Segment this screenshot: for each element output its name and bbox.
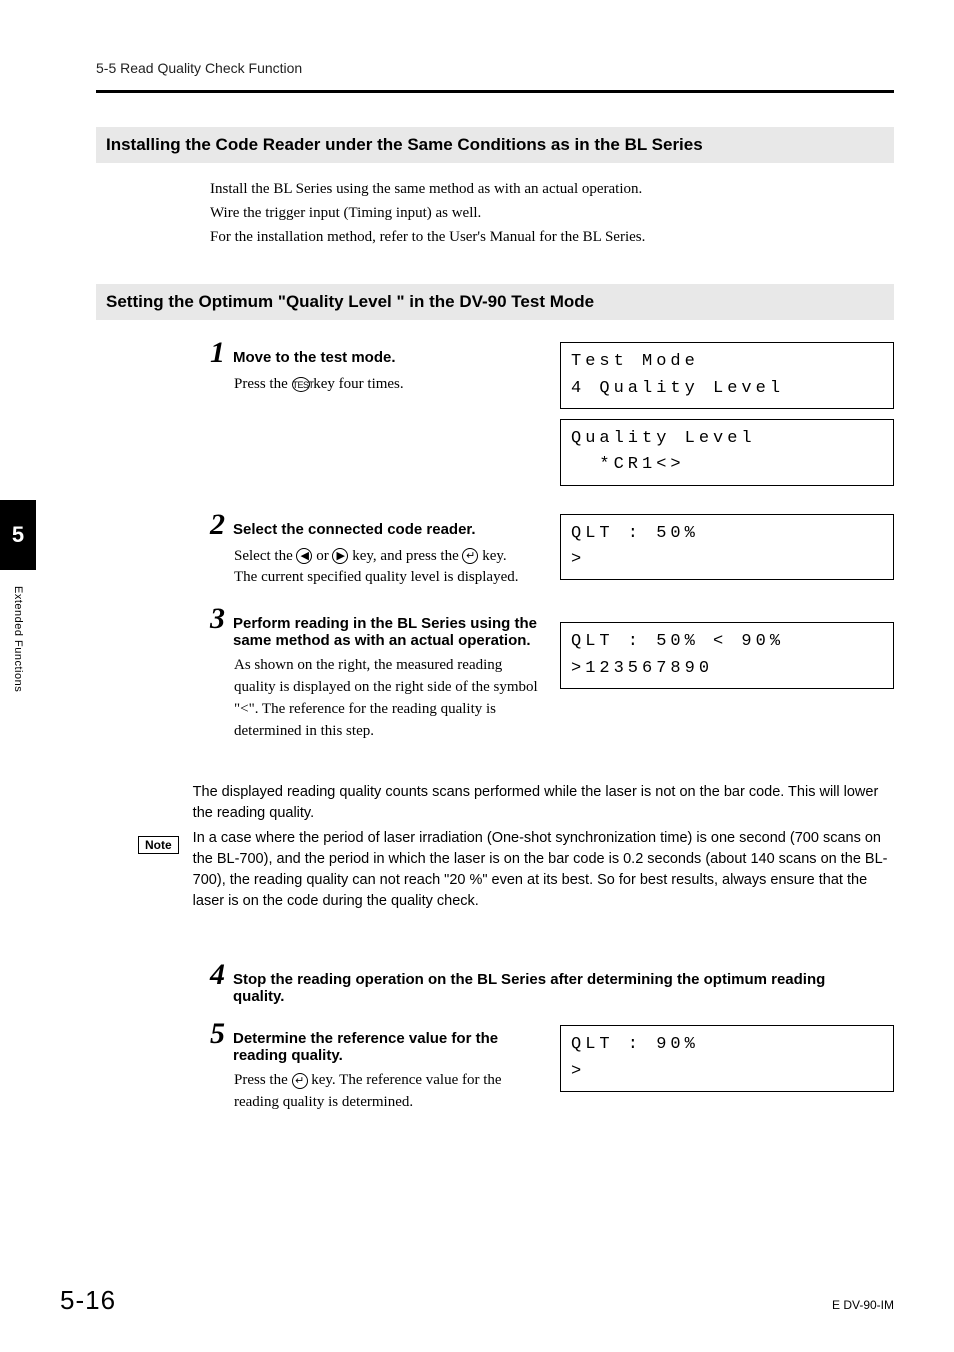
footer: 5-16 E DV-90-IM xyxy=(60,1285,894,1316)
page-number: 5-16 xyxy=(60,1285,116,1316)
step-3-title: Perform reading in the BL Series using t… xyxy=(233,615,540,649)
lcd-2-l2: *CR1<> xyxy=(571,455,685,474)
step-3-heading: 3 Perform reading in the BL Series using… xyxy=(210,604,540,649)
section-heading-1: Installing the Code Reader under the Sam… xyxy=(96,127,894,163)
enter-key-icon: ↵ xyxy=(462,548,478,564)
note-badge: Note xyxy=(138,836,179,854)
section1-p2: Wire the trigger input (Timing input) as… xyxy=(210,203,870,225)
step-1-heading: 1 Move to the test mode. xyxy=(210,338,540,368)
right-arrow-key-icon: ▶ xyxy=(332,548,348,564)
step-5-number: 5 xyxy=(210,1019,225,1049)
step-5-title: Determine the reference value for the re… xyxy=(233,1030,540,1064)
lcd-4-l2: >123567890 xyxy=(571,659,713,678)
note-p2: In a case where the period of laser irra… xyxy=(193,828,894,912)
lcd-3-l2: > xyxy=(571,550,585,569)
lcd-3-l1: QLT : 50% xyxy=(571,524,699,543)
step-1-text-b: key four times. xyxy=(310,376,404,392)
step-5-heading: 5 Determine the reference value for the … xyxy=(210,1019,540,1064)
step-1-number: 1 xyxy=(210,338,225,368)
lcd-1-l2: 4 Quality Level xyxy=(571,379,784,398)
enter-key-icon-2: ↵ xyxy=(292,1073,308,1089)
step-2-number: 2 xyxy=(210,510,225,540)
chapter-label: Extended Functions xyxy=(12,586,24,692)
breadcrumb: 5-5 Read Quality Check Function xyxy=(96,60,894,76)
test-key-icon: TEST xyxy=(292,377,310,392)
step-5-text-a: Press the xyxy=(234,1072,292,1088)
header-rule xyxy=(96,90,894,93)
step-2-title: Select the connected code reader. xyxy=(233,521,540,538)
lcd-5-l2: > xyxy=(571,1062,585,1081)
section-heading-2: Setting the Optimum "Quality Level " in … xyxy=(96,284,894,320)
step-2-text-d: key. xyxy=(478,548,506,564)
lcd-5-l1: QLT : 90% xyxy=(571,1035,699,1054)
side-tab: 5 Extended Functions xyxy=(0,500,36,692)
lcd-4-l1: QLT : 50% < 90% xyxy=(571,632,784,651)
section1-p1: Install the BL Series using the same met… xyxy=(210,179,870,201)
left-arrow-key-icon: ◀ xyxy=(296,548,312,564)
lcd-box-3: QLT : 50% > xyxy=(560,514,894,581)
note-text: The displayed reading quality counts sca… xyxy=(193,782,894,916)
doc-id: E DV-90-IM xyxy=(832,1298,894,1312)
step-4-title: Stop the reading operation on the BL Ser… xyxy=(233,971,873,1005)
step-5-body: Press the ↵ key. The reference value for… xyxy=(234,1070,540,1114)
step-2-text-e: The current specified quality level is d… xyxy=(234,567,540,589)
step-2-text-b: or xyxy=(312,548,332,564)
section1-p3: For the installation method, refer to th… xyxy=(210,227,870,249)
step-3-number: 3 xyxy=(210,604,225,634)
section1-body: Install the BL Series using the same met… xyxy=(210,179,870,248)
step-1-body: Press the TEST key four times. xyxy=(234,374,540,396)
step-2-text-a: Select the xyxy=(234,548,296,564)
note-block: Note The displayed reading quality count… xyxy=(138,782,894,916)
lcd-2-l1: Quality Level xyxy=(571,429,756,448)
step-3-body: As shown on the right, the measured read… xyxy=(234,655,540,742)
lcd-box-5: QLT : 90% > xyxy=(560,1025,894,1092)
lcd-box-1: Test Mode 4 Quality Level xyxy=(560,342,894,409)
step-2-heading: 2 Select the connected code reader. xyxy=(210,510,540,540)
note-p1: The displayed reading quality counts sca… xyxy=(193,782,894,824)
step-4-heading: 4 Stop the reading operation on the BL S… xyxy=(210,960,890,1005)
lcd-1-l1: Test Mode xyxy=(571,352,699,371)
step-2-text-c: key, and press the xyxy=(348,548,462,564)
step-2-body: Select the ◀ or ▶ key, and press the ↵ k… xyxy=(234,546,540,590)
step-1-text-a: Press the xyxy=(234,376,292,392)
step-1-title: Move to the test mode. xyxy=(233,349,540,366)
lcd-box-4: QLT : 50% < 90% >123567890 xyxy=(560,622,894,689)
chapter-number-tab: 5 xyxy=(0,500,36,570)
step-4-number: 4 xyxy=(210,960,225,990)
lcd-box-2: Quality Level *CR1<> xyxy=(560,419,894,486)
